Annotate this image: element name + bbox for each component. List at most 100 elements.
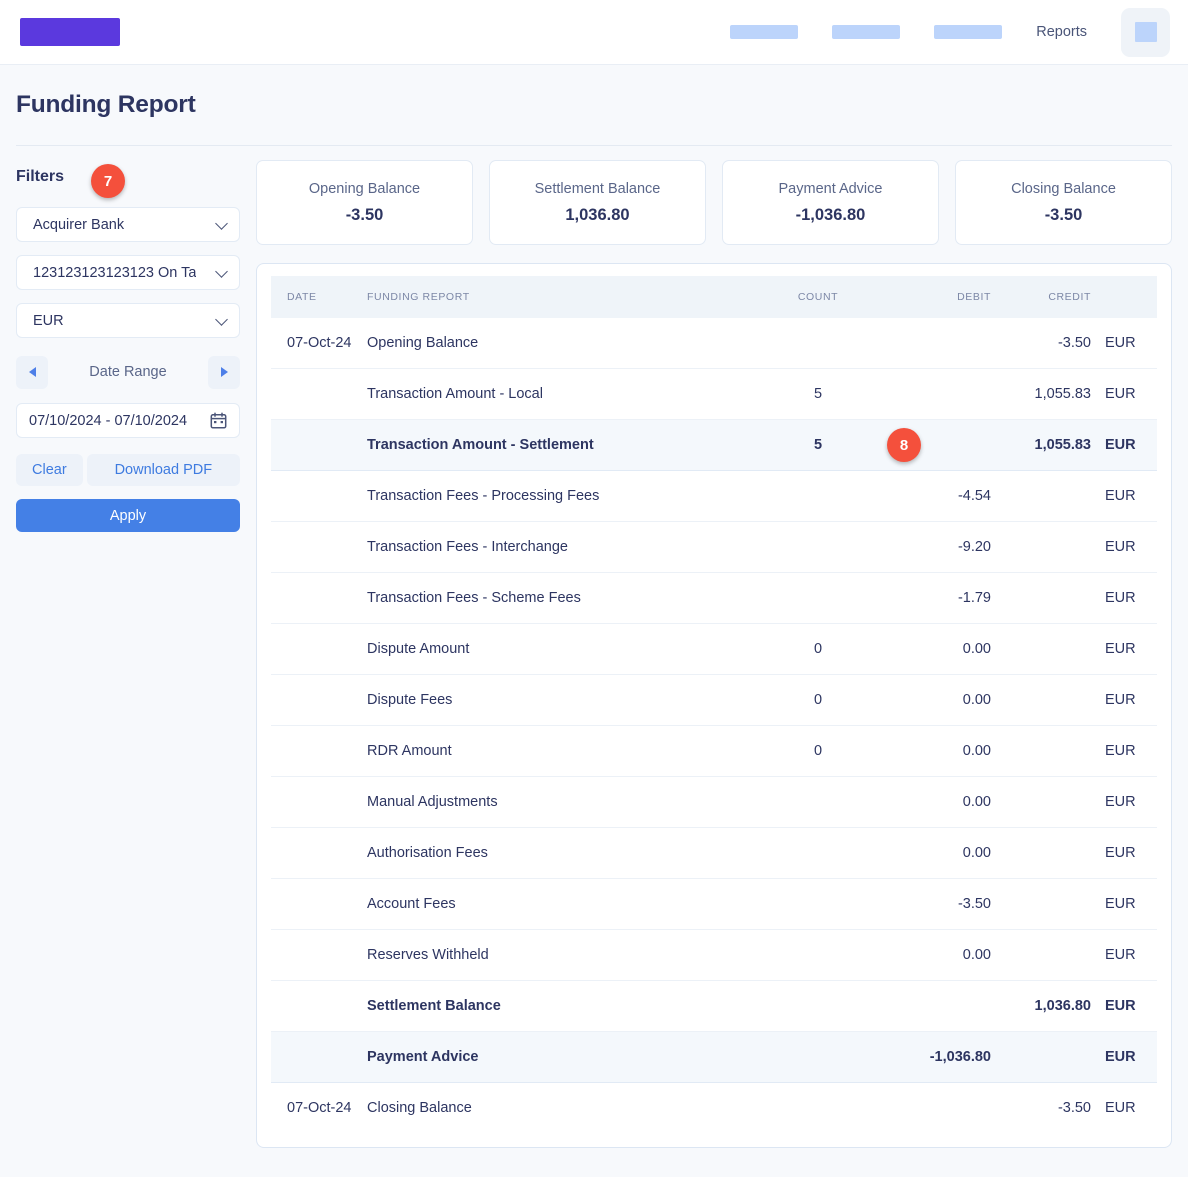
acquirer-select[interactable]: Acquirer Bank <box>16 207 240 242</box>
apply-button[interactable]: Apply <box>16 499 240 532</box>
cell-credit <box>991 776 1091 828</box>
acquirer-select-value: Acquirer Bank <box>33 216 125 233</box>
cell-description: Account Fees <box>367 878 763 930</box>
chevron-down-icon <box>216 266 229 279</box>
cell-description: Transaction Fees - Interchange <box>367 521 763 573</box>
cell-credit <box>991 521 1091 573</box>
table-row[interactable]: RDR Amount 0 0.00 EUR <box>271 725 1157 777</box>
summary-card-label: Settlement Balance <box>534 180 661 197</box>
nav-item-redacted-1[interactable] <box>730 25 799 39</box>
date-range-value: 07/10/2024 - 07/10/2024 <box>29 412 188 429</box>
cell-currency: EUR <box>1091 827 1157 879</box>
table-row[interactable]: Authorisation Fees 0.00 EUR <box>271 827 1157 879</box>
table-row[interactable]: Payment Advice -1,036.80 EUR <box>271 1031 1157 1083</box>
cell-credit <box>991 674 1091 726</box>
cell-count: 0 <box>763 725 873 777</box>
chevron-down-icon <box>216 218 229 231</box>
summary-card-settlement-balance: Settlement Balance 1,036.80 <box>489 160 706 245</box>
filters-title: Filters <box>16 168 65 185</box>
summary-card-closing-balance: Closing Balance -3.50 <box>955 160 1172 245</box>
main-content: Opening Balance -3.50 Settlement Balance… <box>256 146 1188 1172</box>
cell-credit <box>991 572 1091 624</box>
summary-card-opening-balance: Opening Balance -3.50 <box>256 160 473 245</box>
summary-card-label: Closing Balance <box>1011 180 1116 197</box>
cell-currency: EUR <box>1091 521 1157 573</box>
cell-currency: EUR <box>1091 419 1157 471</box>
table-row[interactable]: Reserves Withheld 0.00 EUR <box>271 929 1157 981</box>
cell-count <box>763 318 873 369</box>
cell-debit <box>873 1083 991 1134</box>
top-navbar: Reports <box>0 0 1188 65</box>
cell-debit: 0.00 <box>873 827 991 879</box>
account-select[interactable]: 123123123123123 On Ta <box>16 255 240 290</box>
cell-description: Manual Adjustments <box>367 776 763 828</box>
cell-currency: EUR <box>1091 776 1157 828</box>
cell-date <box>271 725 367 777</box>
date-range-prev-button[interactable] <box>16 355 48 389</box>
table-row[interactable]: Dispute Fees 0 0.00 EUR <box>271 674 1157 726</box>
nav-item-redacted-2[interactable] <box>832 25 901 39</box>
chevron-down-icon <box>216 314 229 327</box>
cell-date <box>271 368 367 420</box>
cell-description: Transaction Amount - Settlement <box>367 419 763 471</box>
chevron-left-icon <box>28 367 36 377</box>
table-row[interactable]: Settlement Balance 1,036.80 EUR <box>271 980 1157 1032</box>
cell-date: 07-Oct-24 <box>287 1100 352 1116</box>
cell-currency: EUR <box>1091 318 1157 369</box>
cell-credit <box>991 1031 1091 1083</box>
cell-description: Transaction Fees - Scheme Fees <box>367 572 763 624</box>
nav-item-reports[interactable]: Reports <box>1036 24 1087 40</box>
cell-count <box>763 929 873 981</box>
table-row[interactable]: Transaction Fees - Scheme Fees -1.79 EUR <box>271 572 1157 624</box>
table-row[interactable]: Manual Adjustments 0.00 EUR <box>271 776 1157 828</box>
cell-credit: 1,055.83 <box>991 368 1091 420</box>
step-marker-8: 8 <box>887 428 921 462</box>
cell-date <box>271 776 367 828</box>
cell-credit: -3.50 <box>991 318 1091 369</box>
cell-description: Transaction Fees - Processing Fees <box>367 470 763 522</box>
cell-credit: 1,036.80 <box>991 980 1091 1032</box>
chevron-right-icon <box>220 367 228 377</box>
cell-count <box>763 878 873 930</box>
download-pdf-button[interactable]: Download PDF <box>86 454 240 486</box>
nav-item-redacted-3[interactable] <box>934 25 1003 39</box>
cell-credit <box>991 827 1091 879</box>
table-header: DATE FUNDING REPORT COUNT DEBIT CREDIT <box>271 276 1157 318</box>
cell-date <box>271 929 367 981</box>
nav-icon-button[interactable] <box>1121 7 1170 57</box>
currency-select[interactable]: EUR <box>16 303 240 338</box>
cell-date <box>271 572 367 624</box>
cell-count <box>763 1031 873 1083</box>
cell-date <box>271 674 367 726</box>
table-row[interactable]: Transaction Amount - Settlement 5 8 1,055.8… <box>271 419 1157 471</box>
table-row[interactable]: Transaction Fees - Processing Fees -4.54 E… <box>271 470 1157 522</box>
table-row[interactable]: Account Fees -3.50 EUR <box>271 878 1157 930</box>
cell-description: Closing Balance <box>367 1100 472 1116</box>
table-row[interactable]: Dispute Amount 0 0.00 EUR <box>271 623 1157 675</box>
filters-header: Filters 7 <box>16 160 240 198</box>
cell-credit <box>991 725 1091 777</box>
table-row[interactable]: 07-Oct-24 Opening Balance -3.50 EUR <box>271 318 1157 369</box>
clear-button[interactable]: Clear <box>16 454 83 486</box>
calendar-icon[interactable] <box>210 412 227 429</box>
cell-credit: -3.50 <box>1057 1100 1091 1116</box>
cell-description: Transaction Amount - Local <box>367 368 763 420</box>
currency-select-value: EUR <box>33 312 64 329</box>
cell-date <box>271 878 367 930</box>
table-row[interactable]: 07-Oct-24 Closing Balance -3.50 EUR <box>271 1083 1157 1134</box>
page-title: Funding Report <box>16 91 196 118</box>
cell-count: 0 <box>763 674 873 726</box>
date-range-input[interactable]: 07/10/2024 - 07/10/2024 <box>16 403 240 438</box>
cell-debit: -3.50 <box>873 878 991 930</box>
table-row[interactable]: Transaction Fees - Interchange -9.20 EUR <box>271 521 1157 573</box>
cell-count <box>763 470 873 522</box>
cell-debit <box>873 318 991 369</box>
cell-currency: EUR <box>1091 470 1157 522</box>
cell-date <box>271 521 367 573</box>
cell-date <box>271 1031 367 1083</box>
table-row[interactable]: Transaction Amount - Local 5 1,055.83 EUR <box>271 368 1157 420</box>
cell-date <box>271 470 367 522</box>
date-range-next-button[interactable] <box>208 355 240 389</box>
cell-count <box>763 776 873 828</box>
brand-logo[interactable] <box>20 18 120 46</box>
